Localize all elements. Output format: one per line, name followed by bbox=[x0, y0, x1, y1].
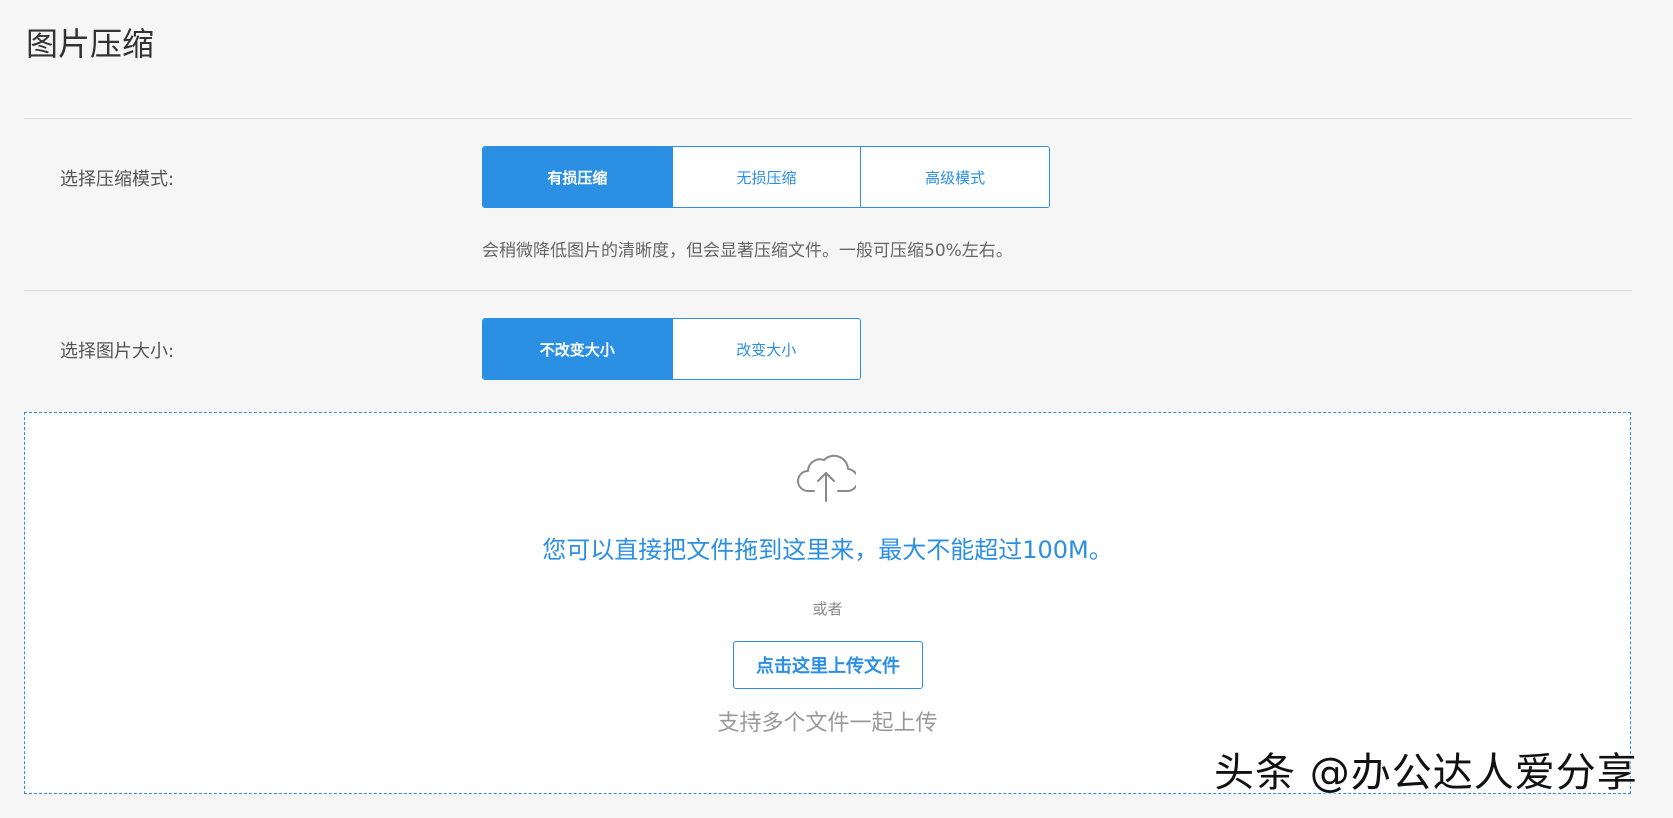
image-size-selector: 不改变大小 改变大小 bbox=[482, 318, 861, 380]
mode-option-lossy[interactable]: 有损压缩 bbox=[483, 147, 672, 207]
divider-middle bbox=[24, 290, 1632, 291]
divider-top bbox=[24, 118, 1632, 119]
watermark-text: 头条 @办公达人爱分享 bbox=[1214, 750, 1638, 796]
upload-or-text: 或者 bbox=[812, 600, 843, 618]
upload-file-button[interactable]: 点击这里上传文件 bbox=[733, 641, 923, 689]
cloud-upload-icon bbox=[797, 454, 856, 502]
page-title: 图片压缩 bbox=[26, 25, 155, 63]
file-drop-zone[interactable]: 您可以直接把文件拖到这里来，最大不能超过100M。 或者 点击这里上传文件 支持… bbox=[24, 412, 1631, 794]
mode-option-lossless[interactable]: 无损压缩 bbox=[671, 147, 861, 207]
mode-option-advanced[interactable]: 高级模式 bbox=[860, 147, 1049, 207]
upload-hint: 支持多个文件一起上传 bbox=[717, 711, 938, 736]
upload-headline: 您可以直接把文件拖到这里来，最大不能超过100M。 bbox=[542, 536, 1113, 564]
size-option-change[interactable]: 改变大小 bbox=[671, 319, 860, 379]
size-option-keep[interactable]: 不改变大小 bbox=[483, 319, 672, 379]
compression-mode-label: 选择压缩模式: bbox=[60, 169, 175, 190]
image-size-label: 选择图片大小: bbox=[60, 341, 175, 362]
compression-mode-description: 会稍微降低图片的清晰度，但会显著压缩文件。一般可压缩50%左右。 bbox=[482, 241, 1013, 261]
compression-mode-selector: 有损压缩 无损压缩 高级模式 bbox=[482, 146, 1050, 208]
